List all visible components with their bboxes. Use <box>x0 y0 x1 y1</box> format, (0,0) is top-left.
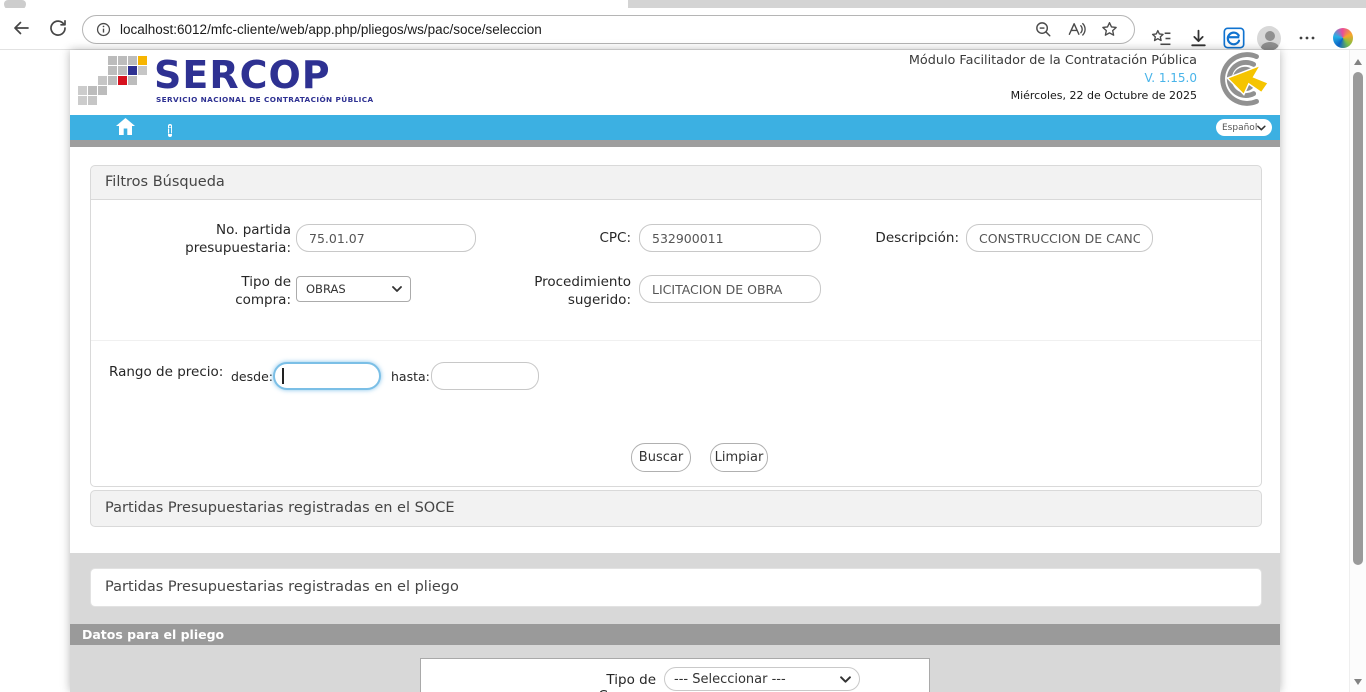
tipo-compra-label: Tipo de compra: <box>121 273 291 309</box>
refresh-icon <box>48 18 68 38</box>
scroll-down-arrow[interactable] <box>1354 679 1362 685</box>
app-container: SERCOP SERVICIO NACIONAL DE CONTRATACIÓN… <box>70 50 1280 692</box>
pliego-section-header[interactable]: Partidas Presupuestarias registradas en … <box>90 568 1262 607</box>
chevron-down-icon <box>1257 125 1266 131</box>
site-info-icon[interactable] <box>95 21 112 38</box>
hasta-input[interactable] <box>431 362 539 390</box>
back-icon <box>11 18 31 38</box>
info-icon: i <box>168 124 172 137</box>
tipo-compra-label-line1: Tipo de <box>121 273 291 291</box>
language-value: Español <box>1222 123 1257 133</box>
desde-label: desde: <box>231 369 273 384</box>
refresh-button[interactable] <box>46 17 70 41</box>
scrollbar[interactable] <box>1349 50 1366 692</box>
datos-pliego-bar: Datos para el pliego <box>70 624 1280 645</box>
partida-label-line2: presupuestaria: <box>121 239 291 257</box>
descripcion-label: Descripción: <box>859 224 959 252</box>
datos-pliego-form: Tipo de Compra: --- Seleccionar --- <box>420 658 930 692</box>
copilot-ball-icon <box>1333 28 1353 48</box>
pliego-zone: Partidas Presupuestarias registradas en … <box>70 553 1280 692</box>
home-button[interactable] <box>116 118 135 139</box>
favorites-bar-icon[interactable] <box>1149 26 1173 50</box>
module-header: Módulo Facilitador de la Contratación Pú… <box>909 53 1197 104</box>
procedimiento-label-line1: Procedimiento <box>471 273 631 291</box>
url-text[interactable]: localhost:6012/mfc-cliente/web/app.php/p… <box>120 22 1033 37</box>
navbar-shadow-strip <box>70 140 1280 147</box>
cpc-input[interactable] <box>639 224 821 252</box>
procedimiento-input[interactable] <box>639 275 821 303</box>
tipo-compra-pliego-value: --- Seleccionar --- <box>674 672 786 687</box>
filters-form: No. partida presupuestaria: CPC: Descrip… <box>90 200 1262 487</box>
address-bar[interactable]: localhost:6012/mfc-cliente/web/app.php/p… <box>82 15 1135 44</box>
module-date: Miércoles, 22 de Octubre de 2025 <box>909 88 1197 104</box>
filters-section-header[interactable]: Filtros Búsqueda <box>90 165 1262 200</box>
tab-strip <box>628 0 1366 8</box>
info-button[interactable]: i <box>168 119 172 138</box>
desde-input[interactable] <box>273 362 381 390</box>
chevron-down-icon <box>392 286 402 292</box>
buscar-button[interactable]: Buscar <box>631 443 691 472</box>
descripcion-input[interactable] <box>966 224 1153 252</box>
module-version: V. 1.15.0 <box>909 70 1197 86</box>
scroll-thumb[interactable] <box>1353 72 1363 565</box>
tipo-compra-selected-value: OBRAS <box>306 282 346 296</box>
cpc-label: CPC: <box>531 224 631 252</box>
ie-mode-icon[interactable] <box>1222 26 1246 50</box>
avatar-icon <box>1257 26 1281 51</box>
module-title: Módulo Facilitador de la Contratación Pú… <box>909 53 1197 69</box>
limpiar-button[interactable]: Limpiar <box>710 443 768 472</box>
read-aloud-icon[interactable] <box>1066 20 1086 40</box>
brand-subtitle: SERVICIO NACIONAL DE CONTRATACIÓN PÚBLIC… <box>156 95 374 104</box>
text-caret <box>282 368 284 384</box>
partida-input[interactable] <box>296 224 476 252</box>
module-swirl-logo <box>1200 50 1278 108</box>
downloads-icon[interactable] <box>1186 26 1210 50</box>
more-options-icon[interactable] <box>1295 26 1319 50</box>
language-select[interactable]: Español <box>1216 119 1272 136</box>
back-button[interactable] <box>9 17 33 41</box>
brand-name: SERCOP <box>154 53 331 97</box>
tipo-compra-pliego-select[interactable]: --- Seleccionar --- <box>664 667 860 691</box>
partida-label-line1: No. partida <box>121 221 291 239</box>
zoom-out-icon[interactable] <box>1033 20 1053 40</box>
scroll-up-arrow[interactable] <box>1354 59 1362 65</box>
procedimiento-label-line2: sugerido: <box>471 291 631 309</box>
browser-toolbar: localhost:6012/mfc-cliente/web/app.php/p… <box>0 8 1366 50</box>
tipo-compra-select[interactable]: OBRAS <box>296 276 411 302</box>
copilot-icon[interactable] <box>1331 26 1355 50</box>
profile-avatar[interactable] <box>1257 26 1281 50</box>
form-divider <box>91 340 1261 341</box>
home-icon <box>116 118 135 135</box>
procedimiento-label: Procedimiento sugerido: <box>471 273 631 309</box>
rango-precio-label: Rango de precio: <box>109 364 223 380</box>
chevron-down-icon <box>840 676 851 683</box>
main-navbar: i Español <box>70 115 1280 140</box>
favorite-star-icon[interactable] <box>1099 20 1119 40</box>
browser-window: localhost:6012/mfc-cliente/web/app.php/p… <box>0 0 1366 692</box>
soce-section-header[interactable]: Partidas Presupuestarias registradas en … <box>90 490 1262 527</box>
tipo-compra-pliego-label: Tipo de Compra: <box>549 672 656 692</box>
tipo-compra-label-line2: compra: <box>121 291 291 309</box>
sercop-logo-mosaic <box>78 56 148 106</box>
hasta-label: hasta: <box>391 369 430 384</box>
partida-label: No. partida presupuestaria: <box>121 221 291 257</box>
